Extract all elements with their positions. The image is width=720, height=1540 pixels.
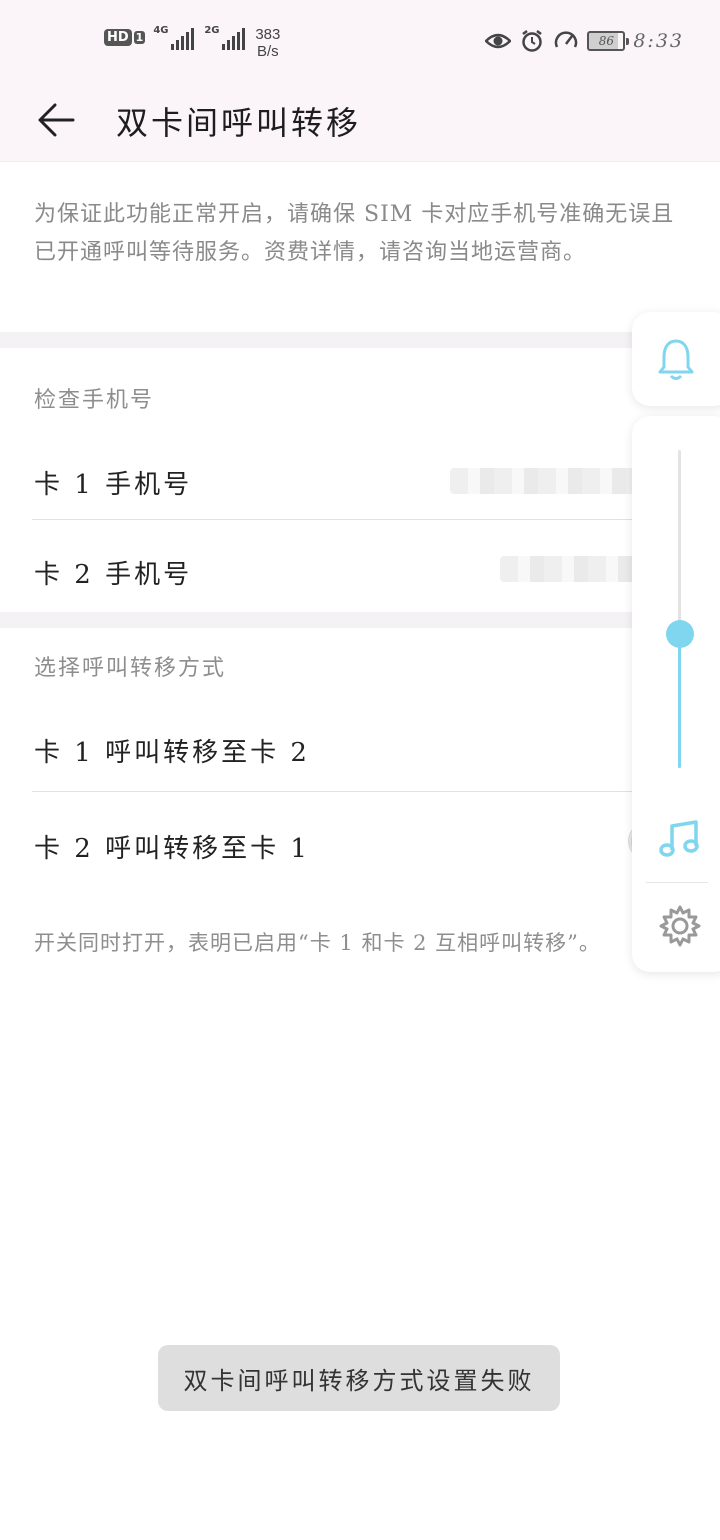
intro-description: 为保证此功能正常开启，请确保 SIM 卡对应手机号准确无误且已开通呼叫等待服务。… xyxy=(34,202,675,265)
hd-voice-badge: HD 1 xyxy=(104,26,146,48)
ringer-mode-button[interactable] xyxy=(632,312,720,406)
forward-sim1-to-sim2-row[interactable]: 卡 1 呼叫转移至卡 2 xyxy=(0,704,720,792)
sim2-number-value-blurred xyxy=(500,556,640,582)
panel-divider xyxy=(646,882,708,883)
volume-slider-fill xyxy=(678,634,681,768)
battery-icon: 86 xyxy=(587,31,630,51)
row-divider xyxy=(32,519,688,520)
sim1-number-row[interactable]: 卡 1 手机号 xyxy=(0,432,720,520)
music-note-icon[interactable] xyxy=(658,816,702,860)
error-toast: 双卡间呼叫转移方式设置失败 xyxy=(158,1345,560,1411)
network-speed-value: 383 xyxy=(255,26,281,43)
section-label-check-numbers: 检查手机号 xyxy=(34,388,155,413)
status-bar-left: HD 1 4G 2G 383 B/s xyxy=(104,26,280,60)
sim2-number-row[interactable]: 卡 2 手机号 › xyxy=(0,522,720,610)
alarm-icon xyxy=(519,28,545,54)
row-divider xyxy=(32,791,688,792)
hd-sim-label: 1 xyxy=(133,30,146,44)
sim2-network-label: 2G xyxy=(204,25,220,36)
bell-icon xyxy=(658,339,694,380)
forward-sim1-to-sim2-label: 卡 1 呼叫转移至卡 2 xyxy=(34,738,310,768)
title-bar: 双卡间呼叫转移 xyxy=(0,80,720,162)
volume-panel xyxy=(632,416,720,972)
sim2-signal-icon: 2G xyxy=(204,26,247,50)
clock: 8:33 xyxy=(633,30,684,52)
arrow-left-icon xyxy=(38,103,75,137)
sim1-signal-icon: 4G xyxy=(153,26,196,50)
forward-sim2-to-sim1-row[interactable]: 卡 2 呼叫转移至卡 1 xyxy=(0,800,720,888)
speedometer-icon xyxy=(553,28,579,54)
eye-icon xyxy=(485,28,512,54)
section-separator xyxy=(0,612,720,628)
status-bar: HD 1 4G 2G 383 B/s 86 8:33 xyxy=(0,0,720,80)
volume-slider-thumb[interactable] xyxy=(666,620,694,649)
forwarding-note: 开关同时打开，表明已启用“卡 1 和卡 2 互相呼叫转移”。 xyxy=(34,931,601,955)
sim2-number-label: 卡 2 手机号 xyxy=(34,560,193,590)
back-button[interactable] xyxy=(30,94,82,146)
battery-level: 86 xyxy=(598,34,614,48)
section-label-forwarding-mode: 选择呼叫转移方式 xyxy=(34,656,227,681)
network-speed-unit: B/s xyxy=(257,43,279,60)
status-bar-right: 86 8:33 xyxy=(485,28,684,54)
section-separator xyxy=(0,332,720,348)
gear-icon[interactable] xyxy=(658,904,702,948)
hd-label: HD xyxy=(104,28,132,46)
sim1-network-label: 4G xyxy=(153,25,169,36)
network-speed: 383 B/s xyxy=(255,26,280,60)
sim1-number-label: 卡 1 手机号 xyxy=(34,470,193,500)
forward-sim2-to-sim1-label: 卡 2 呼叫转移至卡 1 xyxy=(34,834,310,864)
page-title: 双卡间呼叫转移 xyxy=(116,104,362,142)
